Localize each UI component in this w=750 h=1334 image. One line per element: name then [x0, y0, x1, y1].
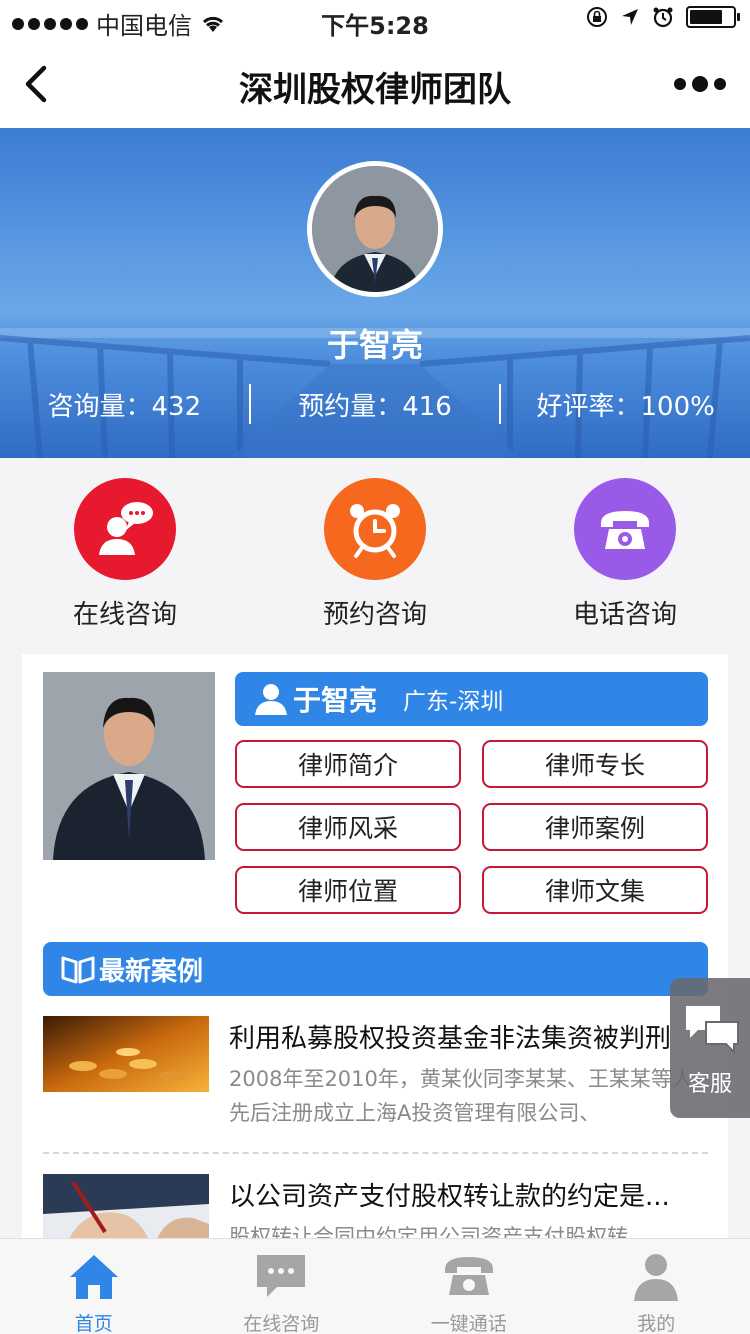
quick-actions: 在线咨询 预约咨询 电话咨询	[0, 458, 750, 648]
book-icon	[61, 956, 95, 984]
case-title: 利用私募股权投资基金非法集资被判刑	[229, 1024, 672, 1054]
card-header: 于智亮 广东-深圳	[235, 672, 708, 726]
case-description: 2008年至2010年，黄某伙同李某某、王某某等人先后注册成立上海A投资管理有限…	[229, 1067, 693, 1125]
lawyer-articles-button[interactable]: 律师文集	[482, 866, 708, 914]
customer-service-button[interactable]: 客服	[670, 978, 750, 1118]
tab-mine-label: 我的	[637, 1313, 676, 1334]
tab-online-consult-label: 在线咨询	[243, 1313, 320, 1334]
phone-consult-label: 电话咨询	[572, 600, 677, 630]
online-consult-label: 在线咨询	[72, 600, 177, 630]
lawyer-cases-button[interactable]: 律师案例	[482, 803, 708, 851]
page-title: 深圳股权律师团队	[239, 70, 511, 110]
message-icon	[257, 1255, 306, 1297]
lawyer-portrait-image	[312, 166, 438, 292]
lawyer-card: 于智亮 广东-深圳 律师简介 律师专长 律师风采 律师案例 律师位置 律师文集 …	[22, 654, 728, 1254]
battery-icon	[686, 6, 740, 28]
tab-bar: 首页 在线咨询 一键通话 我的	[0, 1238, 750, 1334]
more-dots-icon[interactable]	[674, 76, 726, 92]
card-location: 广东-深圳	[403, 689, 504, 715]
nav-bar: 深圳股权律师团队	[0, 40, 750, 128]
tab-home-label: 首页	[74, 1313, 113, 1334]
tab-online-consult[interactable]: 在线咨询	[188, 1239, 376, 1334]
tab-one-click-call-label: 一键通话	[430, 1313, 507, 1334]
stats-row: 咨询量：432 预约量：416 好评率：100%	[0, 382, 750, 426]
status-right	[586, 6, 740, 28]
profile-hero: 于智亮 咨询量：432 预约量：416 好评率：100%	[0, 128, 750, 458]
chat-person-icon	[74, 478, 176, 580]
lawyer-style-button[interactable]: 律师风采	[235, 803, 461, 851]
user-icon	[634, 1254, 679, 1301]
phone-consult-button[interactable]: 电话咨询	[500, 478, 750, 631]
tab-mine[interactable]: 我的	[563, 1239, 750, 1334]
online-consult-button[interactable]: 在线咨询	[0, 478, 250, 631]
case-item[interactable]: 利用私募股权投资基金非法集资被判刑 2008年至2010年，黄某伙同李某某、王某…	[43, 1016, 708, 1126]
booking-count: 预约量：416	[298, 391, 452, 422]
battery-fill	[690, 10, 722, 24]
telephone-icon	[574, 478, 676, 580]
case-divider	[43, 1152, 708, 1154]
status-bar: 中国电信 下午5:28	[0, 0, 750, 40]
tab-one-click-call[interactable]: 一键通话	[375, 1239, 563, 1334]
lawyer-photo-image	[43, 672, 215, 860]
lawyer-expertise-button[interactable]: 律师专长	[482, 740, 708, 788]
home-icon	[69, 1255, 118, 1299]
latest-cases-title: 最新案例	[99, 956, 204, 987]
avatar	[307, 161, 443, 297]
location-icon	[622, 9, 638, 25]
lawyer-photo	[43, 672, 215, 860]
booking-consult-label: 预约咨询	[322, 600, 427, 630]
booking-consult-button[interactable]: 预约咨询	[250, 478, 500, 631]
rating-rate: 好评率：100%	[536, 391, 715, 422]
rotation-lock-icon	[587, 7, 607, 27]
coins-thumbnail-image	[43, 1016, 209, 1092]
phone-icon	[444, 1257, 493, 1295]
latest-cases-header: 最新案例	[43, 942, 708, 996]
alarm-clock-icon	[324, 478, 426, 580]
consult-count: 咨询量：432	[47, 391, 202, 422]
chat-bubbles-icon	[686, 1006, 739, 1055]
customer-service-label: 客服	[687, 1072, 732, 1097]
card-lawyer-name: 于智亮	[293, 684, 378, 717]
person-icon	[255, 684, 287, 715]
case-title: 以公司资产支付股权转让款的约定是...	[229, 1182, 670, 1212]
lawyer-name: 于智亮	[326, 326, 423, 364]
tab-home[interactable]: 首页	[0, 1239, 188, 1334]
lawyer-intro-button[interactable]: 律师简介	[235, 740, 461, 788]
alarm-icon	[653, 7, 673, 28]
lawyer-location-button[interactable]: 律师位置	[235, 866, 461, 914]
